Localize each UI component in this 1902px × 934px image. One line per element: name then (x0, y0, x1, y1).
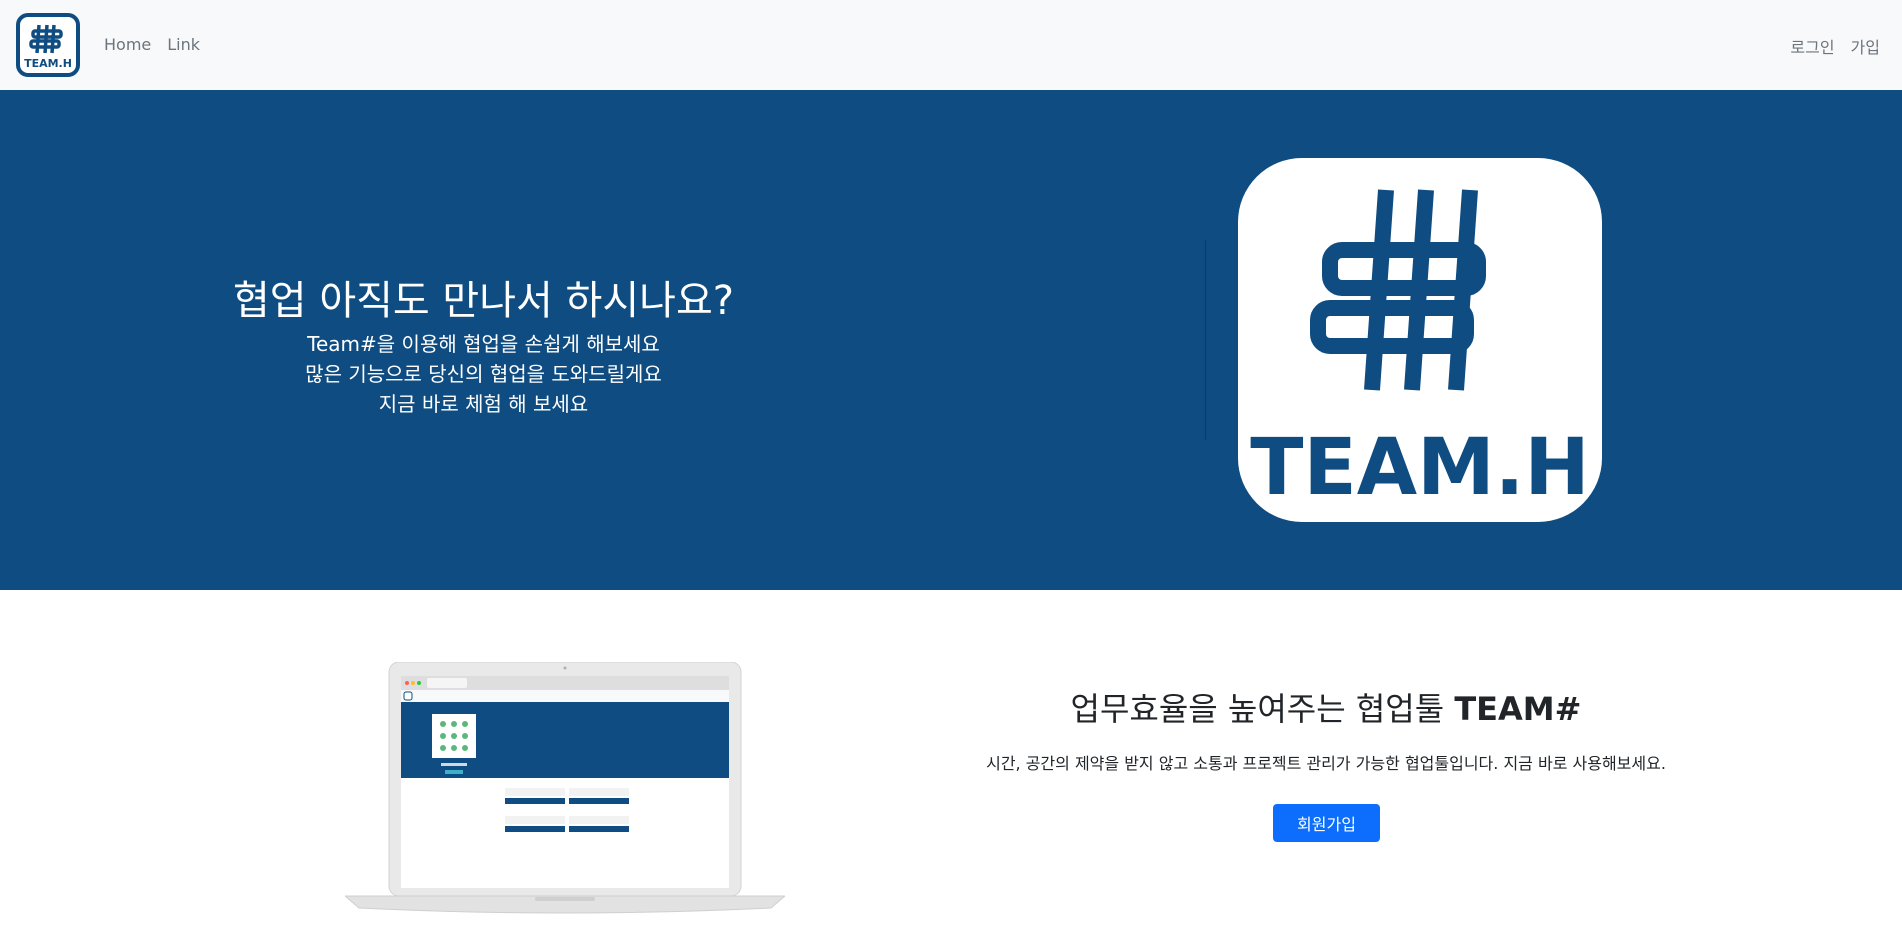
logo-small-text: TEAM.H (24, 57, 72, 70)
hero-title: 협업 아직도 만나서 하시나요? (233, 278, 734, 324)
nav-link-link[interactable]: Link (167, 35, 200, 54)
login-link[interactable]: 로그인 (1790, 34, 1834, 58)
nav-links: Home Link (104, 35, 200, 54)
hero-logo-text: TEAM.H (1250, 423, 1589, 513)
features-title-prefix: 업무효율을 높여주는 협업툴 (1070, 690, 1455, 728)
hero-divider (1205, 240, 1206, 440)
hero-section: 협업 아직도 만나서 하시나요? Team#을 이용해 협업을 손쉽게 해보세요… (0, 90, 1902, 590)
hero-line-3: 지금 바로 체험 해 보세요 (378, 392, 589, 416)
features-title-brand: TEAM# (1454, 690, 1582, 728)
nav-home-link[interactable]: Home (104, 35, 151, 54)
nav-auth-links: 로그인 가입 (1790, 34, 1880, 58)
navbar: TEAM.H Home Link 로그인 가입 (0, 0, 1902, 90)
laptop-mockup-image (343, 661, 787, 922)
hero-line-1: Team#을 이용해 협업을 손쉽게 해보세요 (307, 332, 660, 356)
brand-logo[interactable]: TEAM.H (16, 13, 80, 77)
hash-logo-large-icon: TEAM.H (1250, 189, 1590, 513)
features-description: 시간, 공간의 제약을 받지 않고 소통과 프로젝트 관리가 가능한 협업툴입니… (986, 754, 1666, 773)
hero-logo: TEAM.H (1238, 158, 1602, 522)
features-section: 업무효율을 높여주는 협업툴 TEAM# 시간, 공간의 제약을 받지 않고 소… (0, 590, 1902, 934)
join-link[interactable]: 가입 (1851, 34, 1880, 58)
signup-button[interactable]: 회원가입 (1273, 804, 1380, 842)
hash-logo-icon: TEAM.H (24, 24, 72, 70)
features-title: 업무효율을 높여주는 협업툴 TEAM# (900, 684, 1752, 730)
hero-line-2: 많은 기능으로 당신의 협업을 도와드릴게요 (305, 362, 662, 386)
